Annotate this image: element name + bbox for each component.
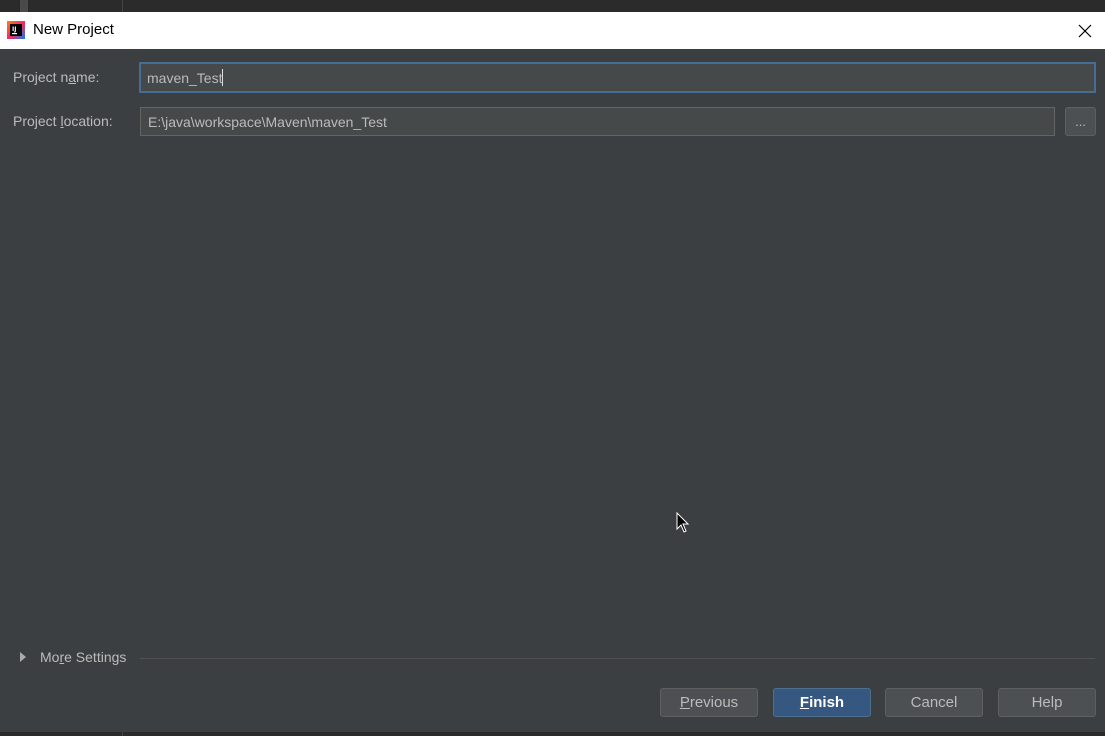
project-name-label-prefix: Project n — [13, 69, 69, 85]
text-caret — [222, 69, 224, 86]
background-ide-scrollbar — [20, 0, 28, 12]
dialog-title: New Project — [33, 21, 114, 38]
background-ide-bottom — [0, 732, 1105, 736]
project-name-label: Project name: — [13, 69, 99, 85]
more-settings-label-suffix: e Settings — [64, 649, 127, 665]
browse-location-button[interactable]: ... — [1065, 107, 1096, 136]
cancel-button-label: Cancel — [910, 694, 958, 711]
project-name-label-suffix: me: — [76, 69, 100, 85]
background-ide-divider-bottom — [122, 732, 123, 736]
previous-button[interactable]: Previous — [660, 688, 758, 717]
project-location-input[interactable]: E:\java\workspace\Maven\maven_Test — [140, 107, 1055, 136]
help-button[interactable]: Help — [998, 688, 1096, 717]
more-settings-label-prefix: Mo — [40, 649, 60, 665]
previous-button-mnemonic: P — [679, 694, 690, 711]
background-ide-divider — [122, 0, 123, 12]
project-location-label: Project location: — [13, 113, 113, 129]
finish-button-label: inish — [809, 694, 845, 711]
project-name-label-mnemonic: a — [68, 69, 77, 85]
intellij-idea-icon: IJ — [7, 21, 25, 39]
cancel-button[interactable]: Cancel — [885, 688, 983, 717]
project-location-label-prefix: Project — [13, 113, 61, 129]
more-settings-label: More Settings — [40, 649, 126, 665]
project-location-label-suffix: ocation: — [63, 113, 113, 129]
browse-button-label: ... — [1075, 114, 1086, 129]
new-project-dialog: IJ New Project Project name: maven_Test … — [0, 12, 1105, 732]
more-settings-separator — [140, 658, 1095, 659]
close-icon — [1078, 24, 1092, 37]
finish-button[interactable]: Finish — [773, 688, 871, 717]
close-button[interactable] — [1065, 12, 1105, 49]
project-location-value: E:\java\workspace\Maven\maven_Test — [148, 113, 387, 130]
dialog-titlebar: IJ New Project — [0, 12, 1105, 49]
background-ide-strip — [0, 0, 1105, 12]
project-name-value: maven_Test — [147, 69, 223, 86]
project-name-input[interactable]: maven_Test — [139, 62, 1096, 93]
finish-button-mnemonic: F — [799, 694, 810, 711]
svg-text:IJ: IJ — [12, 26, 16, 33]
previous-button-label: revious — [689, 694, 739, 711]
help-button-label: Help — [1031, 694, 1063, 711]
expand-arrow-icon — [20, 652, 26, 662]
more-settings-toggle[interactable]: More Settings — [18, 649, 126, 665]
mouse-pointer-icon — [676, 512, 690, 533]
